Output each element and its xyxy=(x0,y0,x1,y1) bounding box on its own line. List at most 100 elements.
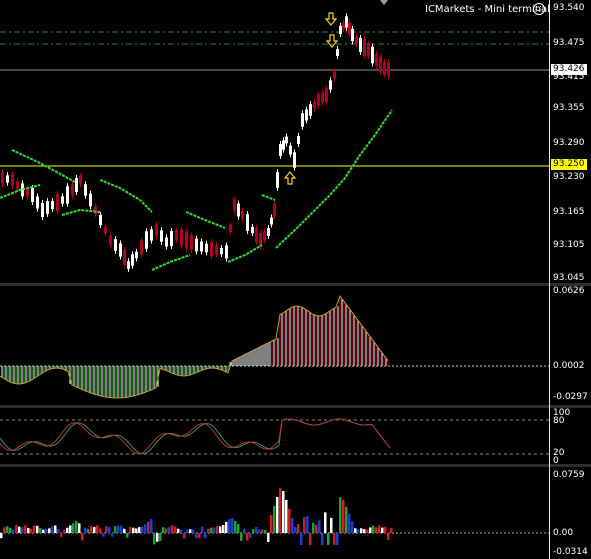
candle-body xyxy=(16,181,19,189)
hist-bar xyxy=(18,526,21,533)
shift-marker-icon[interactable] xyxy=(380,0,388,5)
hist-label: -0.0314 xyxy=(553,547,588,557)
candle-body xyxy=(267,227,270,237)
hist-bar xyxy=(213,527,216,533)
hist-bar xyxy=(342,499,345,533)
hist-bar xyxy=(117,525,120,533)
hist-bar xyxy=(258,529,261,533)
hist-bar xyxy=(24,525,27,533)
hist-bar xyxy=(45,528,48,533)
candle-body xyxy=(61,196,64,204)
hist-bar xyxy=(231,518,234,533)
hist-bar xyxy=(246,533,249,541)
candle-body xyxy=(123,249,126,266)
moving-average-line xyxy=(185,211,226,229)
hist-bar xyxy=(279,488,282,533)
hist-bar xyxy=(15,525,18,533)
arrow-up-icon xyxy=(283,171,297,185)
hist-bar xyxy=(105,526,108,533)
stochastic-panel[interactable]: 100 80 20 0 xyxy=(0,408,591,466)
hist-label: 0.00 xyxy=(553,528,574,538)
hist-bar xyxy=(267,533,270,542)
hist-bar xyxy=(372,525,375,533)
hist-bar xyxy=(57,528,60,533)
hist-bar xyxy=(327,533,330,545)
hist-bar xyxy=(390,528,393,533)
candle-body xyxy=(225,245,228,259)
hist-bar xyxy=(270,515,273,533)
candle-body xyxy=(345,16,348,28)
candle-body xyxy=(313,101,316,109)
hist-bar xyxy=(210,527,213,533)
candle-body xyxy=(94,206,97,214)
hist-bar xyxy=(357,529,360,533)
hist-bar xyxy=(129,526,132,533)
hist-bar xyxy=(144,524,147,533)
hist-bar xyxy=(324,512,327,533)
candle-body xyxy=(215,245,218,255)
price-chart-panel[interactable]: ICMarkets - Mini terminal 93.540 93.475 … xyxy=(0,0,591,283)
candle-body xyxy=(1,172,4,184)
candle-body xyxy=(180,229,183,246)
price-label: 93.045 xyxy=(553,273,585,283)
hist-bar xyxy=(282,491,285,533)
hist-bar xyxy=(378,525,381,533)
candle-body xyxy=(371,46,374,64)
hist-bar xyxy=(366,529,369,533)
hist-bar xyxy=(174,526,177,533)
hist-bar xyxy=(261,529,264,533)
candle-body xyxy=(251,226,254,234)
macd-panel[interactable]: 0.0626 0.0002 -0.0297 xyxy=(0,286,591,405)
hist-bar xyxy=(21,527,24,533)
hist-bar xyxy=(291,518,294,533)
hist-bar xyxy=(234,521,237,533)
candle-body xyxy=(11,174,14,186)
hist-bar xyxy=(150,519,153,533)
hist-bar xyxy=(135,528,138,533)
price-label: 93.355 xyxy=(553,103,585,113)
hist-bar xyxy=(96,525,99,533)
hist-bar xyxy=(66,527,69,533)
candle-body xyxy=(127,261,130,269)
histogram-panel[interactable]: 0.0759 0.00 -0.0314 xyxy=(0,467,591,559)
candle-body xyxy=(336,49,339,56)
hist-bar xyxy=(165,528,168,533)
candle-body xyxy=(99,214,102,226)
candle-body xyxy=(84,184,87,196)
price-label: 93.105 xyxy=(553,240,585,250)
hist-bar xyxy=(351,521,354,533)
candle-body xyxy=(140,240,143,255)
candle-body xyxy=(150,229,153,241)
hist-bar xyxy=(78,523,81,533)
moving-average-line xyxy=(275,109,393,249)
candle-body xyxy=(293,152,296,168)
macd-label: -0.0297 xyxy=(553,392,588,402)
stochastic-line xyxy=(0,418,391,455)
hist-bar xyxy=(159,533,162,541)
hist-bar xyxy=(30,528,33,533)
candle-body xyxy=(75,177,78,193)
candle-body xyxy=(375,54,378,66)
hist-bar xyxy=(189,529,192,533)
candle-body xyxy=(285,136,288,144)
hist-bar xyxy=(90,526,93,533)
hist-bar xyxy=(99,528,102,533)
hist-bar xyxy=(240,533,243,541)
stochastic-line xyxy=(0,418,391,455)
moving-average-line xyxy=(261,194,276,201)
hist-bar xyxy=(186,529,189,533)
hist-bar xyxy=(42,529,45,533)
current-price-tag: 93.426 xyxy=(551,64,587,75)
hist-bar xyxy=(63,529,66,533)
price-label: 93.475 xyxy=(553,38,585,48)
hist-bar xyxy=(153,533,156,545)
candle-body xyxy=(379,56,382,72)
candle-body xyxy=(41,202,44,218)
hist-bar xyxy=(120,525,123,533)
candle-body xyxy=(114,239,117,251)
candle-body xyxy=(383,61,386,75)
hist-bar xyxy=(339,497,342,533)
hist-bar xyxy=(180,529,183,533)
candle-body xyxy=(6,175,9,183)
hist-bar xyxy=(309,533,312,545)
